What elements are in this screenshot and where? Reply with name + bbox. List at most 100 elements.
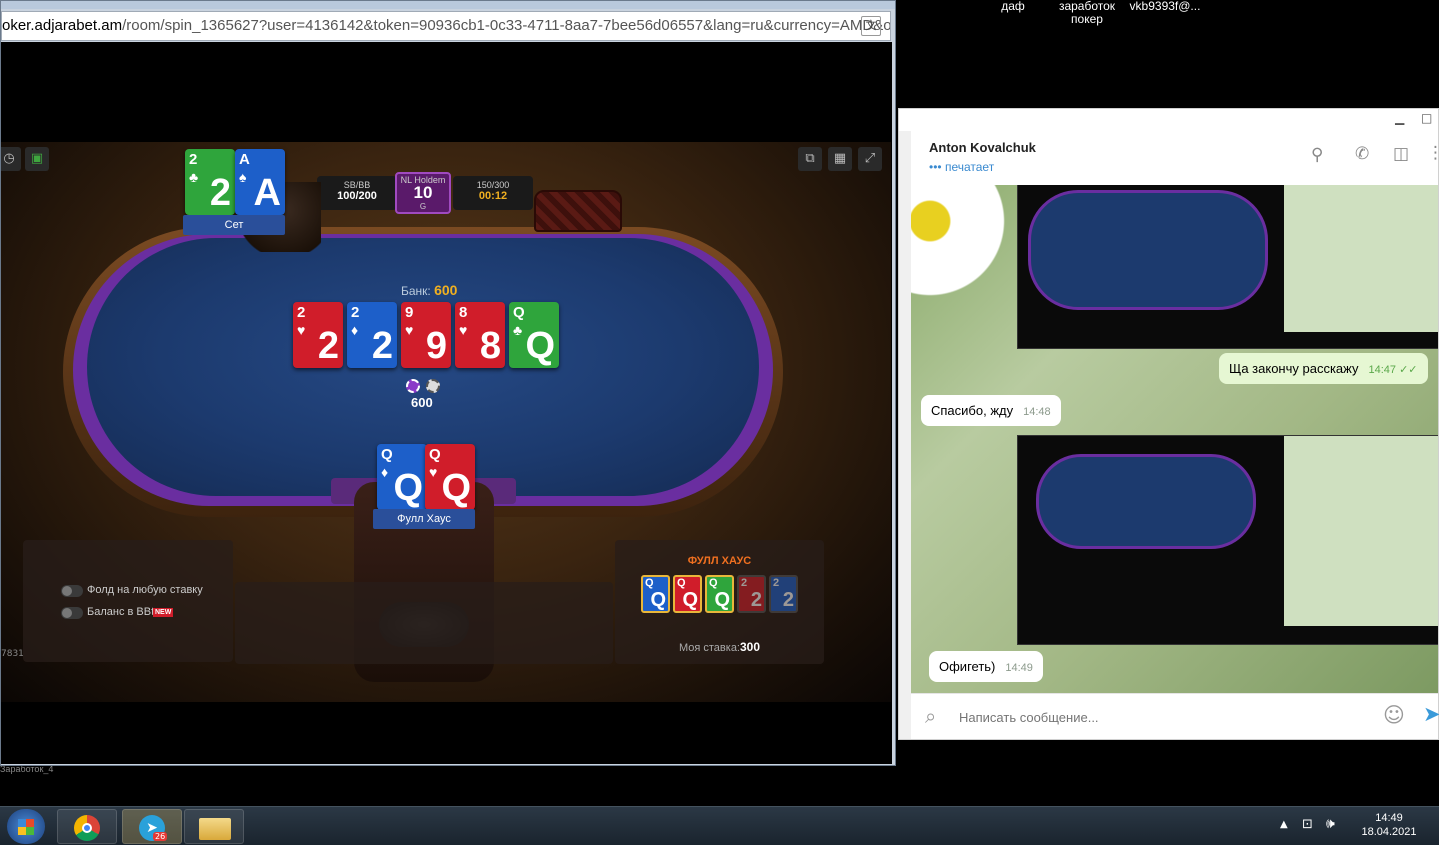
balance-bb-toggle[interactable] — [61, 607, 83, 619]
best-hand-card: 22 — [769, 575, 798, 613]
best-hand-card: QQ — [673, 575, 702, 613]
mode-sub: G — [419, 202, 427, 211]
volume-icon[interactable]: 🕪 — [1326, 816, 1335, 832]
windows-icon[interactable]: ⧉ — [798, 147, 822, 171]
call-icon[interactable]: ✆ — [1355, 144, 1369, 164]
chat-header: Anton Kovalchuk ••• печатает ⚲ ✆ ◫ ⋮ — [911, 131, 1439, 185]
message-text: Офигеть) — [939, 659, 996, 674]
best-hand-card: QQ — [641, 575, 670, 613]
read-check-icon: ✓✓ — [1396, 364, 1418, 376]
desktop-icon-vkb[interactable]: vkb9393f@... — [1125, 0, 1205, 13]
emoji-icon[interactable]: ☺ — [1383, 703, 1405, 727]
maximize-icon[interactable]: □ — [1421, 111, 1432, 125]
tiles-icon[interactable]: ▦ — [828, 147, 852, 171]
center-panel — [235, 582, 613, 664]
opponent-card: A ♠ A — [235, 149, 285, 215]
more-icon[interactable]: ⋮ — [1427, 143, 1439, 163]
chip-stack-icon — [426, 379, 440, 393]
blinds-info: SB/BB 100/200 — [317, 176, 397, 210]
clock-time: 14:49 — [1375, 812, 1403, 824]
blinds-value: 100/200 — [337, 190, 377, 202]
chip-stack-icon — [406, 379, 420, 393]
message-time: 14:49 — [1005, 662, 1033, 674]
tray-arrow-icon[interactable]: ▲ — [1280, 819, 1288, 830]
clock[interactable]: 14:49 18.04.2021 — [1352, 811, 1426, 839]
next-blinds-info: 150/300 00:12 — [453, 176, 533, 210]
opponent-hand-label: Сет — [183, 215, 285, 235]
screenshot-thumbnail[interactable] — [1017, 435, 1438, 645]
windows-logo-icon — [18, 819, 34, 835]
screenshot-thumbnail[interactable] — [1017, 185, 1438, 349]
telegram-window: ▁ □ Anton Kovalchuk ••• печатает ⚲ ✆ ◫ ⋮… — [898, 108, 1439, 740]
my-bet-value: 300 — [740, 640, 761, 654]
board-card: Q ♣ Q — [509, 302, 559, 368]
best-hand-title: ФУЛЛ ХАУС — [687, 555, 752, 567]
chat-area: Ща закончу расскажу 14:47 ✓✓ Спасибо, жду… — [911, 185, 1438, 693]
url-domain: oker.adjarabet.am — [2, 17, 123, 34]
translate-icon[interactable]: 文 — [861, 16, 881, 36]
telegram-titlebar[interactable]: ▁ □ — [899, 109, 1438, 131]
message-text: Ща закончу расскажу — [1229, 361, 1359, 376]
address-bar[interactable]: oker.adjarabet.am/room/spin_1365627?user… — [1, 11, 891, 41]
attach-icon[interactable]: ⌕ — [925, 704, 936, 728]
contact-name[interactable]: Anton Kovalchuk — [929, 140, 1036, 155]
taskbar: ➤ 26 ▲ ⊡ 🕪 14:49 18.04.2021 — [0, 806, 1439, 845]
message-input[interactable] — [959, 704, 1359, 730]
folder-icon — [199, 818, 231, 840]
board-card: 2 ♥ 2 — [293, 302, 343, 368]
search-icon[interactable]: ⚲ — [1311, 145, 1323, 165]
new-badge: NEW — [153, 608, 174, 617]
best-hand-card: 22 — [737, 575, 766, 613]
chips-value: 600 — [411, 395, 433, 410]
fullscreen-icon[interactable]: ⤢ — [858, 147, 882, 171]
page-viewport: ◷ ▣ ⧉ ▦ ⤢ SB/BB 100/200 NL Holdem 10 G 150/… — [1, 42, 892, 764]
history-icon[interactable]: ◷ — [1, 147, 21, 171]
best-hand-card: QQ — [705, 575, 734, 613]
mode-number: 10 — [413, 183, 433, 202]
blinds-label: SB/BB — [343, 180, 371, 190]
next-blinds-label: 150/300 — [476, 180, 510, 190]
typing-status: ••• печатает — [929, 160, 994, 174]
taskbar-telegram[interactable]: ➤ 26 — [122, 809, 182, 844]
telegram-badge: 26 — [153, 832, 168, 841]
send-icon[interactable]: ➤ — [1423, 702, 1439, 726]
message-bubble[interactable]: Спасибо, жду 14:48 — [921, 395, 1061, 426]
fold-any-label: Фолд на любую ставку — [87, 584, 203, 596]
next-blinds-timer: 00:12 — [478, 190, 508, 202]
message-text: Спасибо, жду — [931, 403, 1014, 418]
minimize-icon[interactable]: ▁ — [1395, 111, 1404, 125]
sidebar-strip — [899, 131, 911, 739]
board-card: 9 ♥ 9 — [401, 302, 451, 368]
start-button[interactable] — [7, 809, 45, 844]
desktop-icon-daf[interactable]: даф — [998, 0, 1028, 13]
hero-card: Q ♥ Q — [425, 444, 475, 510]
browser-window: oker.adjarabet.am/room/spin_1365627?user… — [0, 0, 896, 766]
hero-card: Q ♦ Q — [377, 444, 427, 510]
message-time: 14:48 — [1023, 406, 1051, 418]
typing-status-text: печатает — [944, 160, 995, 174]
browser-titlebar[interactable] — [1, 1, 895, 9]
message-time: 14:47 — [1368, 364, 1397, 376]
cashier-icon[interactable]: ▣ — [25, 147, 49, 171]
table-id: 7831 — [1, 649, 24, 659]
message-bubble[interactable]: Ща закончу расскажу 14:47 ✓✓ — [1219, 353, 1428, 384]
pot: Банк: 600 — [401, 282, 457, 298]
hero-hand-label: Фулл Хаус — [373, 509, 475, 529]
empty-seat[interactable] — [534, 190, 622, 232]
network-icon[interactable]: ⊡ — [1302, 817, 1313, 832]
message-bubble[interactable]: Офигеть) 14:49 — [929, 651, 1043, 682]
desktop-icon-zarabotok[interactable]: заработок покер — [1050, 0, 1124, 26]
board-card: 2 ♦ 2 — [347, 302, 397, 368]
clock-date: 18.04.2021 — [1361, 826, 1417, 838]
daisy-decoration — [911, 185, 1006, 365]
chrome-icon — [74, 815, 100, 841]
sidebar-toggle-icon[interactable]: ◫ — [1393, 144, 1409, 164]
typing-dots-icon: ••• — [929, 160, 942, 174]
game-mode-info: NL Holdem 10 G — [395, 172, 451, 214]
opponent-card: 2 ♣ 2 — [185, 149, 235, 215]
taskbar-chrome[interactable] — [57, 809, 117, 844]
my-bet-label: Моя ставка: — [678, 642, 740, 654]
pot-value: 600 — [434, 282, 458, 298]
taskbar-explorer[interactable] — [184, 809, 244, 844]
fold-any-toggle[interactable] — [61, 585, 83, 597]
